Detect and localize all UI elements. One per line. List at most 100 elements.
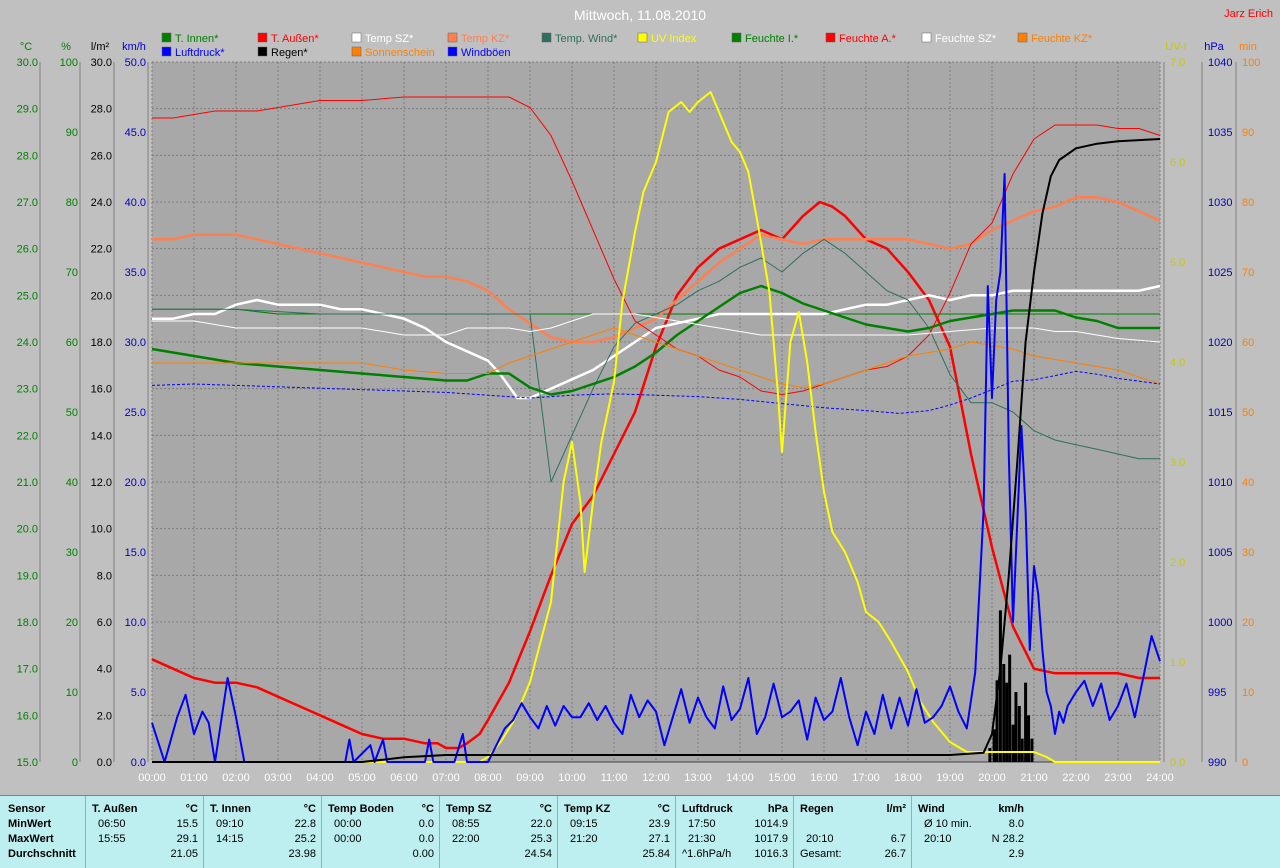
stats-header: Wind bbox=[918, 803, 945, 815]
stats-max-value: 27.1 bbox=[648, 833, 670, 845]
axis-tick-label: 1030 bbox=[1208, 197, 1232, 209]
axis-tick-label: 3.0 bbox=[1170, 457, 1185, 469]
axis-tick-label: 22.0 bbox=[91, 244, 112, 256]
x-tick-label: 16:00 bbox=[810, 772, 838, 784]
stats-max-time: 20:10 bbox=[924, 833, 952, 845]
stats-unit: hPa bbox=[767, 803, 788, 815]
x-tick-label: 24:00 bbox=[1146, 772, 1174, 784]
axis-tick-label: 70 bbox=[1242, 267, 1254, 279]
axis-tick-label: 1025 bbox=[1208, 267, 1232, 279]
x-tick-label: 21:00 bbox=[1020, 772, 1048, 784]
legend-label: Luftdruck* bbox=[175, 47, 225, 59]
axis-unit-label: min bbox=[1239, 41, 1257, 53]
axis-unit-label: km/h bbox=[122, 41, 146, 53]
stats-header: Temp SZ bbox=[446, 803, 492, 815]
stats-header: T. Außen bbox=[92, 803, 138, 815]
axis-tick-label: 70 bbox=[66, 267, 78, 279]
axis-tick-label: 7.0 bbox=[1170, 57, 1185, 69]
stats-unit: °C bbox=[185, 803, 198, 815]
x-tick-label: 23:00 bbox=[1104, 772, 1132, 784]
axis-tick-label: 25.0 bbox=[17, 290, 38, 302]
stats-max-value: N 28.2 bbox=[991, 833, 1024, 845]
stats-unit: °C bbox=[303, 803, 316, 815]
legend-label: UV Index bbox=[651, 33, 697, 45]
axis-tick-label: 90 bbox=[66, 127, 78, 139]
stats-min-value: 23.9 bbox=[648, 818, 670, 830]
axis-tick-label: 0.0 bbox=[1170, 757, 1185, 769]
axis-tick-label: 100 bbox=[60, 57, 78, 69]
axis-tick-label: 30.0 bbox=[91, 57, 112, 69]
x-tick-label: 19:00 bbox=[936, 772, 964, 784]
axis-tick-label: 2.0 bbox=[1170, 557, 1185, 569]
axis-tick-label: 1005 bbox=[1208, 547, 1232, 559]
stats-max-time: 15:55 bbox=[98, 833, 126, 845]
axis-tick-label: 10 bbox=[66, 687, 78, 699]
axis-tick-label: 27.0 bbox=[17, 197, 38, 209]
legend-label: T. Außen* bbox=[271, 33, 319, 45]
x-tick-label: 07:00 bbox=[432, 772, 460, 784]
axis-tick-label: 20 bbox=[66, 617, 78, 629]
rain-bar bbox=[988, 748, 992, 762]
axis-tick-label: 1.0 bbox=[1170, 657, 1185, 669]
stats-unit: °C bbox=[539, 803, 552, 815]
stats-avg-label: Gesamt: bbox=[800, 848, 842, 860]
rain-bar bbox=[998, 610, 1002, 762]
axis-tick-label: 40 bbox=[66, 477, 78, 489]
axis-tick-label: 30.0 bbox=[125, 337, 146, 349]
rain-bar bbox=[1027, 715, 1031, 762]
x-tick-label: 20:00 bbox=[978, 772, 1006, 784]
legend-swatch bbox=[637, 32, 648, 43]
stats-header: Luftdruck bbox=[682, 803, 733, 815]
axis-tick-label: 5.0 bbox=[1170, 257, 1185, 269]
x-tick-label: 02:00 bbox=[222, 772, 250, 784]
stats-min-time: Ø 10 min. bbox=[924, 818, 972, 830]
stats-unit: l/m² bbox=[886, 803, 906, 815]
weather-chart: 15.0 16.0 17.0 18.0 19.0 20.0 21.0 22.0 23.0 24.0… bbox=[0, 0, 1280, 795]
axis-tick-label: 0 bbox=[72, 757, 78, 769]
axis-tick-label: 25.0 bbox=[125, 407, 146, 419]
stats-row-label: Durchschnitt bbox=[8, 848, 76, 860]
x-tick-label: 14:00 bbox=[726, 772, 754, 784]
rain-bar bbox=[1008, 654, 1012, 762]
axis-tick-label: 90 bbox=[1242, 127, 1254, 139]
x-tick-label: 06:00 bbox=[390, 772, 418, 784]
rain-bar bbox=[1020, 738, 1024, 762]
stats-avg-value: 1016.3 bbox=[754, 848, 788, 860]
stats-row-label: MinWert bbox=[8, 818, 52, 830]
stats-min-time: 09:15 bbox=[570, 818, 598, 830]
axis-unit-label: % bbox=[61, 41, 71, 53]
axis-tick-label: 15.0 bbox=[17, 757, 38, 769]
rain-bar bbox=[1005, 682, 1009, 762]
axis-tick-label: 40.0 bbox=[125, 197, 146, 209]
chart-title: Mittwoch, 11.08.2010 bbox=[574, 7, 706, 23]
x-tick-label: 00:00 bbox=[138, 772, 166, 784]
legend-swatch bbox=[257, 32, 268, 43]
axis-unit-label: UV-I bbox=[1165, 41, 1186, 53]
rain-bar bbox=[1002, 664, 1006, 762]
axis-tick-label: 995 bbox=[1208, 687, 1226, 699]
stats-unit: °C bbox=[421, 803, 434, 815]
rain-bar bbox=[1030, 738, 1034, 762]
axis-tick-label: 5.0 bbox=[131, 687, 146, 699]
stats-max-value: 29.1 bbox=[176, 833, 198, 845]
axis-tick-label: 18.0 bbox=[17, 617, 38, 629]
axis-tick-label: 80 bbox=[66, 197, 78, 209]
legend-label: Feuchte I.* bbox=[745, 33, 799, 45]
stats-column-separator bbox=[439, 796, 440, 868]
stats-avg-value: 25.84 bbox=[642, 848, 670, 860]
axis-tick-label: 29.0 bbox=[17, 104, 38, 116]
axis-tick-label: 20.0 bbox=[17, 524, 38, 536]
stats-max-time: 14:15 bbox=[216, 833, 244, 845]
stats-max-value: 0.0 bbox=[418, 833, 434, 845]
stats-avg-value: 26.7 bbox=[884, 848, 906, 860]
axis-tick-label: 0.0 bbox=[97, 757, 112, 769]
legend-label: Feuchte A.* bbox=[839, 33, 897, 45]
legend-swatch bbox=[921, 32, 932, 43]
axis-tick-label: 14.0 bbox=[91, 430, 112, 442]
axis-tick-label: 2.0 bbox=[97, 710, 112, 722]
axis-tick-label: 28.0 bbox=[17, 150, 38, 162]
legend-label: Feuchte SZ* bbox=[935, 33, 997, 45]
axis-tick-label: 0 bbox=[1242, 757, 1248, 769]
legend-label: T. Innen* bbox=[175, 33, 219, 45]
stats-min-time: 17:50 bbox=[688, 818, 716, 830]
